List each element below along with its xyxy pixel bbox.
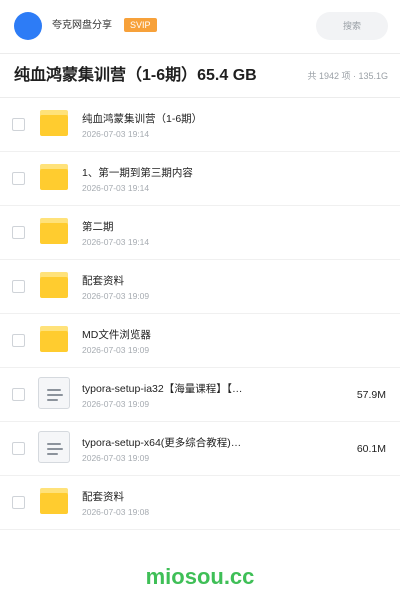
file-row[interactable]: MD文件浏览器 2026-07-03 19:09 <box>0 314 400 368</box>
file-date: 2026-07-03 19:09 <box>82 399 150 409</box>
file-list: 纯血鸿蒙集训营（1-6期） 2026-07-03 19:14 1、第一期到第三期内容… <box>0 98 400 530</box>
row-checkbox[interactable] <box>12 442 25 455</box>
folder-icon <box>38 107 70 139</box>
row-checkbox[interactable] <box>12 118 25 131</box>
file-date: 2026-07-03 19:09 <box>82 453 150 463</box>
file-name: 配套资料 <box>82 491 124 503</box>
file-row[interactable]: 配套资料 2026-07-03 19:08 <box>0 476 400 530</box>
file-date: 2026-07-03 19:14 <box>82 129 150 139</box>
row-checkbox[interactable] <box>12 334 25 347</box>
file-row[interactable]: typora-setup-ia32【海量课程】【… 2026-07-03 19:0… <box>0 368 400 422</box>
file-name: MD文件浏览器 <box>82 329 151 341</box>
file-date: 2026-07-03 19:09 <box>82 345 150 355</box>
file-name: typora-setup-x64(更多综合教程)… <box>82 437 242 449</box>
file-size: 60.1M <box>356 443 386 455</box>
file-date: 2026-07-03 19:08 <box>82 507 150 517</box>
row-checkbox[interactable] <box>12 172 25 185</box>
file-row[interactable]: typora-setup-x64(更多综合教程)… 2026-07-03 19:0… <box>0 422 400 476</box>
file-row[interactable]: 第二期 2026-07-03 19:14 <box>0 206 400 260</box>
folder-icon <box>38 269 70 301</box>
watermark: miosou.cc <box>145 564 255 589</box>
svip-badge: SVIP <box>124 18 157 32</box>
search-button[interactable]: 搜索 <box>316 12 388 40</box>
row-checkbox[interactable] <box>12 388 25 401</box>
file-row[interactable]: 纯血鸿蒙集训营（1-6期） 2026-07-03 19:14 <box>0 98 400 152</box>
file-date: 2026-07-03 19:14 <box>82 183 150 193</box>
top-bar: 夸克网盘分享 SVIP 搜索 <box>0 0 400 54</box>
file-name: 第二期 <box>82 221 114 233</box>
file-name: typora-setup-ia32【海量课程】【… <box>82 383 243 395</box>
folder-icon <box>38 215 70 247</box>
file-name: 1、第一期到第三期内容 <box>82 167 193 179</box>
file-name: 配套资料 <box>82 275 124 287</box>
folder-icon <box>38 485 70 517</box>
file-date: 2026-07-03 19:09 <box>82 291 150 301</box>
row-checkbox[interactable] <box>12 226 25 239</box>
folder-icon <box>38 161 70 193</box>
folder-header: 纯血鸿蒙集训营（1-6期）65.4 GB 共 1942 项 · 135.1G <box>0 54 400 98</box>
row-checkbox[interactable] <box>12 280 25 293</box>
folder-icon <box>38 323 70 355</box>
file-date: 2026-07-03 19:14 <box>82 237 150 247</box>
folder-stats: 共 1942 项 · 135.1G <box>307 71 388 81</box>
file-row[interactable]: 配套资料 2026-07-03 19:09 <box>0 260 400 314</box>
document-icon <box>38 377 70 409</box>
page-title: 纯血鸿蒙集训营（1-6期）65.4 GB <box>14 67 257 84</box>
share-title: 夸克网盘分享 <box>52 20 112 31</box>
file-name: 纯血鸿蒙集训营（1-6期） <box>82 113 203 125</box>
file-row[interactable]: 1、第一期到第三期内容 2026-07-03 19:14 <box>0 152 400 206</box>
avatar[interactable] <box>14 12 42 40</box>
file-size: 57.9M <box>356 389 386 401</box>
document-icon <box>38 431 70 463</box>
row-checkbox[interactable] <box>12 496 25 509</box>
